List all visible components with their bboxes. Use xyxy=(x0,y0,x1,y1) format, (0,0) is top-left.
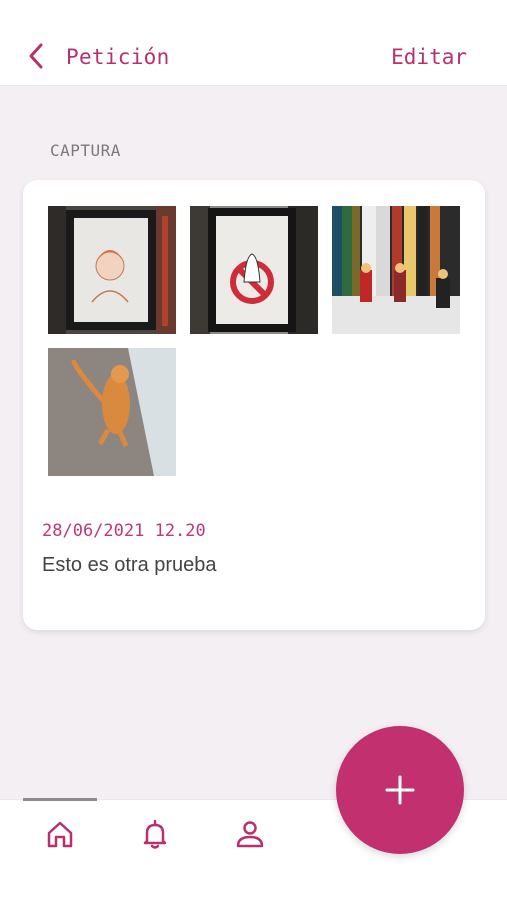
top-bar: Petición Editar xyxy=(0,0,507,86)
section-label: CAPTURA xyxy=(50,141,121,160)
photo-portrait-drawing[interactable] xyxy=(48,206,176,334)
home-icon xyxy=(47,821,73,848)
entry-description: Esto es otra prueba xyxy=(42,554,217,576)
plus-icon xyxy=(385,775,415,805)
active-tab-indicator xyxy=(23,798,97,801)
figures-shelf-image xyxy=(332,206,460,334)
capture-card: 28/06/2021 12.20 Esto es otra prueba xyxy=(23,180,485,630)
photo-ghostbusters-frame[interactable] xyxy=(190,206,318,334)
portrait-drawing-image xyxy=(48,206,176,334)
chevron-left-icon xyxy=(29,43,43,69)
nav-profile[interactable] xyxy=(228,816,272,852)
user-icon xyxy=(236,821,264,848)
nav-notifications[interactable] xyxy=(133,816,177,852)
add-button[interactable] xyxy=(336,726,464,854)
photo-figures-shelf[interactable] xyxy=(332,206,460,334)
edit-button[interactable]: Editar xyxy=(391,45,467,69)
photo-cat[interactable] xyxy=(48,348,176,476)
cat-image xyxy=(48,348,176,476)
back-button[interactable] xyxy=(22,38,50,74)
ghostbusters-frame-image xyxy=(190,206,318,334)
nav-home[interactable] xyxy=(38,816,82,852)
entry-date: 28/06/2021 12.20 xyxy=(42,521,206,541)
bell-icon xyxy=(143,819,167,849)
page-title: Petición xyxy=(66,45,170,69)
